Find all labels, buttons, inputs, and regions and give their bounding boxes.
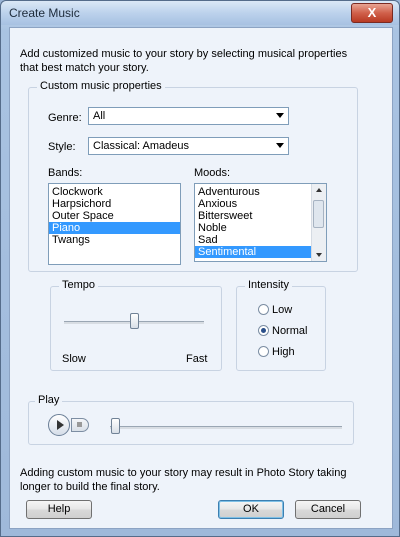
moods-scrollbar[interactable] (311, 184, 326, 261)
list-item[interactable]: Piano (49, 222, 180, 234)
intensity-label: Intensity (245, 279, 292, 291)
list-item[interactable]: Adventurous (195, 186, 326, 198)
tempo-label: Tempo (59, 279, 99, 291)
title-bar: Create Music X (1, 1, 399, 25)
play-button[interactable] (48, 414, 70, 436)
intensity-normal-radio[interactable] (258, 325, 269, 336)
moods-label: Moods: (194, 167, 231, 179)
bands-label: Bands: (48, 167, 83, 179)
tempo-slider-thumb[interactable] (130, 313, 139, 329)
close-button[interactable]: X (351, 3, 393, 23)
play-label: Play (35, 394, 63, 406)
chevron-down-icon (276, 113, 284, 118)
intensity-low-radio[interactable] (258, 304, 269, 315)
intensity-high-radio[interactable] (258, 346, 269, 357)
list-item[interactable]: Twangs (49, 234, 180, 246)
stop-icon (77, 422, 82, 427)
scroll-down-button[interactable] (312, 248, 326, 261)
help-button[interactable]: Help (26, 500, 92, 519)
tempo-fast-label: Fast (186, 353, 208, 365)
chevron-down-icon (276, 143, 284, 148)
footer-note: Adding custom music to your story may re… (20, 467, 347, 493)
stop-button[interactable] (71, 418, 89, 432)
genre-value: All (93, 110, 106, 122)
list-item[interactable]: Anxious (195, 198, 326, 210)
tempo-slow-label: Slow (62, 353, 86, 365)
group-label: Custom music properties (37, 80, 165, 92)
play-icon (57, 420, 64, 430)
play-position-track (110, 426, 342, 429)
genre-select[interactable]: All (88, 107, 289, 125)
scroll-thumb[interactable] (313, 200, 324, 228)
list-item[interactable]: Sentimental (195, 246, 326, 258)
list-item[interactable]: Bittersweet (195, 210, 326, 222)
bands-listbox[interactable]: Clockwork Harpsichord Outer Space Piano … (48, 183, 181, 265)
list-item[interactable]: Sad (195, 234, 326, 246)
list-item[interactable]: Outer Space (49, 210, 180, 222)
style-label: Style: (48, 141, 76, 153)
style-value: Classical: Amadeus (93, 140, 189, 152)
moods-listbox[interactable]: Adventurous Anxious Bittersweet Noble Sa… (194, 183, 327, 262)
genre-label: Genre: (48, 112, 82, 124)
window-title: Create Music (9, 6, 80, 20)
intensity-low-label: Low (272, 304, 293, 316)
scroll-up-button[interactable] (312, 184, 326, 197)
intro-text: Add customized music to your story by se… (20, 48, 348, 74)
close-icon: X (367, 5, 377, 20)
play-position-thumb[interactable] (111, 418, 120, 434)
list-item[interactable]: Noble (195, 222, 326, 234)
chevron-down-icon (316, 253, 322, 257)
chevron-up-icon (316, 188, 322, 192)
style-select[interactable]: Classical: Amadeus (88, 137, 289, 155)
ok-button[interactable]: OK (218, 500, 284, 519)
list-item[interactable]: Harpsichord (49, 198, 180, 210)
list-item[interactable]: Clockwork (49, 186, 180, 198)
intensity-normal-label: Normal (272, 325, 308, 337)
cancel-button[interactable]: Cancel (295, 500, 361, 519)
intensity-high-label: High (272, 346, 295, 358)
